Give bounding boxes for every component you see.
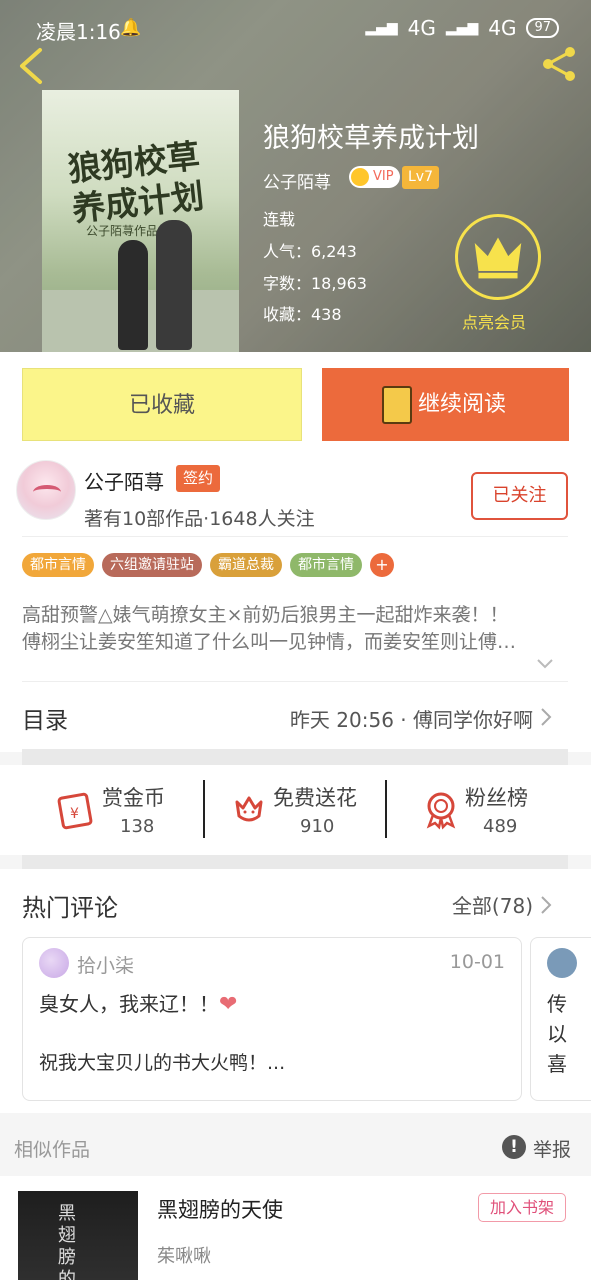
cover-author: 公子陌荨作品 — [86, 224, 159, 238]
author-avatar[interactable] — [16, 460, 76, 520]
fan-ranking-stat[interactable]: 粉丝榜 489 — [421, 782, 541, 842]
vip-face-icon — [351, 168, 369, 186]
all-comments-link[interactable]: 全部(78) — [452, 890, 533, 919]
section-spacer — [22, 749, 568, 765]
cover-figure-boy — [156, 220, 192, 350]
back-arrow-icon[interactable] — [14, 46, 48, 86]
comment-partial-text: 喜 — [547, 1052, 567, 1076]
stat-label: 免费送花 — [273, 786, 357, 810]
commenter-avatar[interactable] — [39, 948, 69, 978]
continue-reading-label: 继续阅读 — [418, 392, 507, 417]
book-title: 狼狗校草养成计划 — [263, 123, 479, 154]
similar-book-author: 茱啾啾 — [157, 1246, 211, 1267]
report-button[interactable]: 举报 — [533, 1135, 571, 1162]
book-status: 连载 — [263, 210, 296, 229]
cover-title: 狼狗校草养成计划 — [66, 136, 206, 229]
chevron-right-icon[interactable] — [538, 893, 554, 917]
book-word-count: 字数：18,963 — [263, 274, 367, 293]
book-cover[interactable]: 狼狗校草养成计划 公子陌荨作品 — [42, 90, 239, 352]
stat-value: 489 — [483, 816, 518, 837]
crown-icon[interactable] — [455, 214, 541, 300]
collected-button[interactable]: 已收藏 — [22, 368, 302, 441]
section-spacer — [22, 855, 568, 869]
bell-icon: 🔔 — [120, 18, 142, 38]
description-line-2: 傅栩尘让姜安笙知道了什么叫一见钟情，而姜安笙则让傅… — [22, 631, 517, 653]
heart-icon: ❤ — [219, 992, 238, 1017]
book-author[interactable]: 公子陌荨 — [263, 168, 331, 193]
reward-coins-stat[interactable]: ¥ 赏金币 138 — [56, 782, 176, 842]
status-time: 凌晨1:16 — [36, 20, 121, 44]
divider — [203, 780, 205, 838]
chevron-down-icon[interactable] — [535, 654, 555, 674]
comment-card[interactable]: 拾小柒 10-01 臭女人，我来辽！！❤ 祝我大宝贝儿的书大火鸭！... — [22, 937, 522, 1101]
comment-card-partial[interactable]: 传 以 喜 — [530, 937, 591, 1101]
comment-partial-text: 以 — [547, 1022, 567, 1046]
divider — [385, 780, 387, 838]
divider — [22, 536, 568, 537]
similar-works-title: 相似作品 — [14, 1139, 91, 1161]
stat-label: 粉丝榜 — [465, 786, 528, 810]
similar-book-title[interactable]: 黑翅膀的天使 — [157, 1194, 283, 1224]
signal-icon: ▂▄▆ — [365, 20, 398, 36]
member-label[interactable]: 点亮会员 — [462, 309, 526, 333]
book-popularity: 人气：6,243 — [263, 242, 357, 261]
comment-date: 10-01 — [449, 951, 505, 973]
commenter-avatar — [547, 948, 577, 978]
follow-button[interactable]: 已关注 — [471, 472, 568, 520]
book-icon — [382, 386, 412, 424]
signal-icon-2: ▂▄▆ — [445, 20, 479, 36]
network-label-1: 4G — [407, 16, 436, 40]
author-stats: 著有10部作品·1648人关注 — [84, 508, 315, 530]
comment-partial-text: 传 — [547, 992, 567, 1016]
share-icon[interactable] — [539, 44, 579, 84]
comment-text-line-1: 臭女人，我来辽！！❤ — [39, 988, 237, 1017]
free-flower-stat[interactable]: 免费送花 910 — [229, 782, 379, 842]
svg-text:¥: ¥ — [70, 806, 79, 822]
cover-figure-girl — [118, 240, 148, 350]
level-badge: Lv7 — [402, 166, 439, 189]
stat-label: 赏金币 — [102, 786, 165, 810]
chevron-right-icon[interactable] — [538, 705, 554, 729]
tag-item[interactable]: 都市言情 — [290, 553, 362, 577]
similar-book-cover[interactable]: 黑翅膀的 — [18, 1191, 138, 1280]
network-label-2: 4G — [488, 16, 517, 40]
commenter-name[interactable]: 拾小柒 — [77, 951, 134, 978]
book-description[interactable]: 高甜预警△婊气萌撩女主×前奶后狼男主一起甜炸来袭！！ 傅栩尘让姜安笙知道了什么叫… — [22, 602, 570, 656]
description-line-1: 高甜预警△婊气萌撩女主×前奶后狼男主一起甜炸来袭！！ — [22, 604, 509, 626]
tag-item[interactable]: 都市言情 — [22, 553, 94, 577]
divider — [22, 681, 568, 682]
latest-chapter[interactable]: 昨天 20:56 · 傅同学你好啊 — [290, 704, 533, 733]
more-tags-button[interactable]: + — [370, 553, 394, 577]
stat-value: 138 — [120, 816, 155, 837]
toc-label[interactable]: 目录 — [22, 701, 68, 735]
tag-list: 都市言情 六组邀请驻站 霸道总裁 都市言情 + — [22, 553, 394, 577]
vip-badge: VIP — [349, 166, 400, 188]
stat-value: 910 — [300, 816, 335, 837]
vip-label: VIP — [373, 169, 394, 184]
continue-reading-button[interactable]: 继续阅读 — [322, 368, 569, 441]
tag-item[interactable]: 六组邀请驻站 — [102, 553, 202, 577]
status-bar: 凌晨1:16 🔔 ▂▄▆ 4G ▂▄▆ 4G 97 — [0, 0, 591, 44]
similar-cover-text: 黑翅膀的 — [58, 1203, 76, 1280]
flower-icon — [235, 796, 263, 822]
comment-text: 臭女人，我来辽！！ — [39, 992, 219, 1016]
report-icon[interactable]: ! — [502, 1135, 526, 1159]
comment-text-line-2: 祝我大宝贝儿的书大火鸭！... — [39, 1052, 286, 1074]
hot-comments-title: 热门评论 — [22, 894, 118, 922]
red-envelope-icon: ¥ — [57, 792, 93, 830]
author-name[interactable]: 公子陌荨 — [84, 466, 164, 495]
tag-item[interactable]: 霸道总裁 — [210, 553, 282, 577]
battery-icon: 97 — [526, 18, 559, 38]
book-favorites: 收藏：438 — [263, 305, 342, 324]
medal-icon — [426, 792, 456, 830]
signed-badge: 签约 — [176, 465, 221, 492]
add-to-shelf-button[interactable]: 加入书架 — [478, 1193, 566, 1222]
